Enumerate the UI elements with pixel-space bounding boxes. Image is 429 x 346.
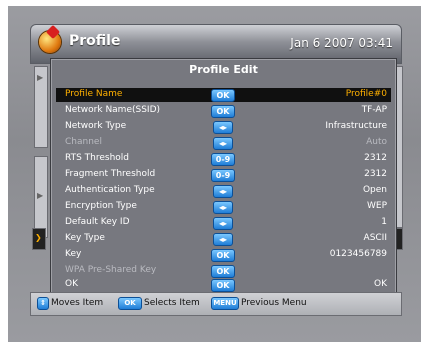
row-network-name[interactable]: Network Name(SSID) OK TF-AP (56, 104, 391, 118)
row-value: ASCII (363, 233, 387, 243)
up-down-arrows-icon: ⇕ (37, 297, 49, 310)
left-right-arrows-icon[interactable]: ◂▸ (213, 233, 233, 246)
row-value: Profile#0 (345, 89, 387, 99)
row-ok[interactable]: OK OK OK (56, 278, 391, 292)
row-label: OK (65, 279, 78, 289)
ok-button[interactable]: OK (211, 279, 235, 292)
row-value: Infrastructure (325, 121, 387, 131)
row-default-key-id[interactable]: Default Key ID ◂▸ 1 (56, 216, 391, 230)
ok-button[interactable]: OK (211, 105, 235, 118)
row-key-type[interactable]: Key Type ◂▸ ASCII (56, 232, 391, 246)
row-rts-threshold[interactable]: RTS Threshold 0-9 2312 (56, 152, 391, 166)
left-side-tab-top: ▶ (34, 66, 48, 148)
row-network-type[interactable]: Network Type ◂▸ Infrastructure (56, 120, 391, 134)
menu-key-badge: MENU (211, 297, 239, 310)
left-right-arrows-icon[interactable]: ◂▸ (213, 185, 233, 198)
chevron-right-icon: ❯ (35, 233, 42, 242)
ok-button[interactable]: OK (211, 249, 235, 262)
row-value: 1 (381, 217, 387, 227)
left-side-tab-bottom: ▶ (34, 156, 48, 238)
row-label: Channel (65, 137, 102, 147)
previous-menu-label: Previous Menu (241, 298, 307, 308)
row-value: 2312 (364, 169, 387, 179)
row-value: 2312 (364, 153, 387, 163)
left-right-arrows-icon: ◂▸ (213, 137, 233, 150)
row-profile-name[interactable]: Profile Name OK Profile#0 (56, 88, 391, 102)
row-label: Encryption Type (65, 201, 137, 211)
row-label: Authentication Type (65, 185, 155, 195)
row-label: Default Key ID (65, 217, 130, 227)
ok-button: OK (211, 265, 235, 278)
numeric-entry-button[interactable]: 0-9 (211, 153, 235, 166)
dialog-title: Profile Edit (189, 63, 258, 76)
tv-screen: ▶ ▶ ❯ Profile Jan 6 2007 03:41 Profile E… (8, 6, 421, 342)
left-side-active-tab[interactable]: ❯ (32, 228, 46, 250)
row-label: Key (65, 249, 82, 259)
row-channel: Channel ◂▸ Auto (56, 136, 391, 150)
row-label: Network Type (65, 121, 127, 131)
numeric-entry-button[interactable]: 0-9 (211, 169, 235, 182)
ok-button[interactable]: OK (211, 89, 235, 102)
row-key[interactable]: Key OK 0123456789 (56, 248, 391, 262)
row-value: 0123456789 (329, 249, 387, 259)
moves-item-label: Moves Item (51, 298, 104, 308)
row-value: Open (362, 185, 387, 195)
profile-logo-icon (39, 31, 61, 53)
row-authentication-type[interactable]: Authentication Type ◂▸ Open (56, 184, 391, 198)
row-fragment-threshold[interactable]: Fragment Threshold 0-9 2312 (56, 168, 391, 182)
row-label: Fragment Threshold (65, 169, 156, 179)
row-label: RTS Threshold (65, 153, 130, 163)
left-right-arrows-icon[interactable]: ◂▸ (213, 217, 233, 230)
left-right-arrows-icon[interactable]: ◂▸ (213, 121, 233, 134)
row-value: OK (374, 279, 387, 289)
row-label: WPA Pre-Shared Key (65, 265, 157, 275)
profile-edit-dialog: Profile Edit Profile Name OK Profile#0 N… (50, 58, 397, 294)
left-right-arrows-icon[interactable]: ◂▸ (213, 201, 233, 214)
row-value: WEP (366, 201, 387, 211)
row-encryption-type[interactable]: Encryption Type ◂▸ WEP (56, 200, 391, 214)
ok-key-badge: OK (118, 297, 142, 310)
row-label: Network Name(SSID) (65, 105, 161, 115)
row-value: Auto (366, 137, 387, 147)
footer-help-bar: ⇕ Moves Item OK Selects Item MENU Previo… (30, 292, 402, 316)
row-value: TF-AP (361, 105, 387, 115)
selects-item-label: Selects Item (144, 298, 200, 308)
row-label: Profile Name (65, 89, 123, 99)
chevron-right-icon: ▶ (37, 191, 44, 200)
row-label: Key Type (65, 233, 105, 243)
row-wpa-pre-shared-key: WPA Pre-Shared Key OK (56, 264, 391, 278)
page-title: Profile (69, 33, 121, 49)
chevron-right-icon: ▶ (37, 73, 44, 82)
datetime-display: Jan 6 2007 03:41 (290, 36, 393, 50)
